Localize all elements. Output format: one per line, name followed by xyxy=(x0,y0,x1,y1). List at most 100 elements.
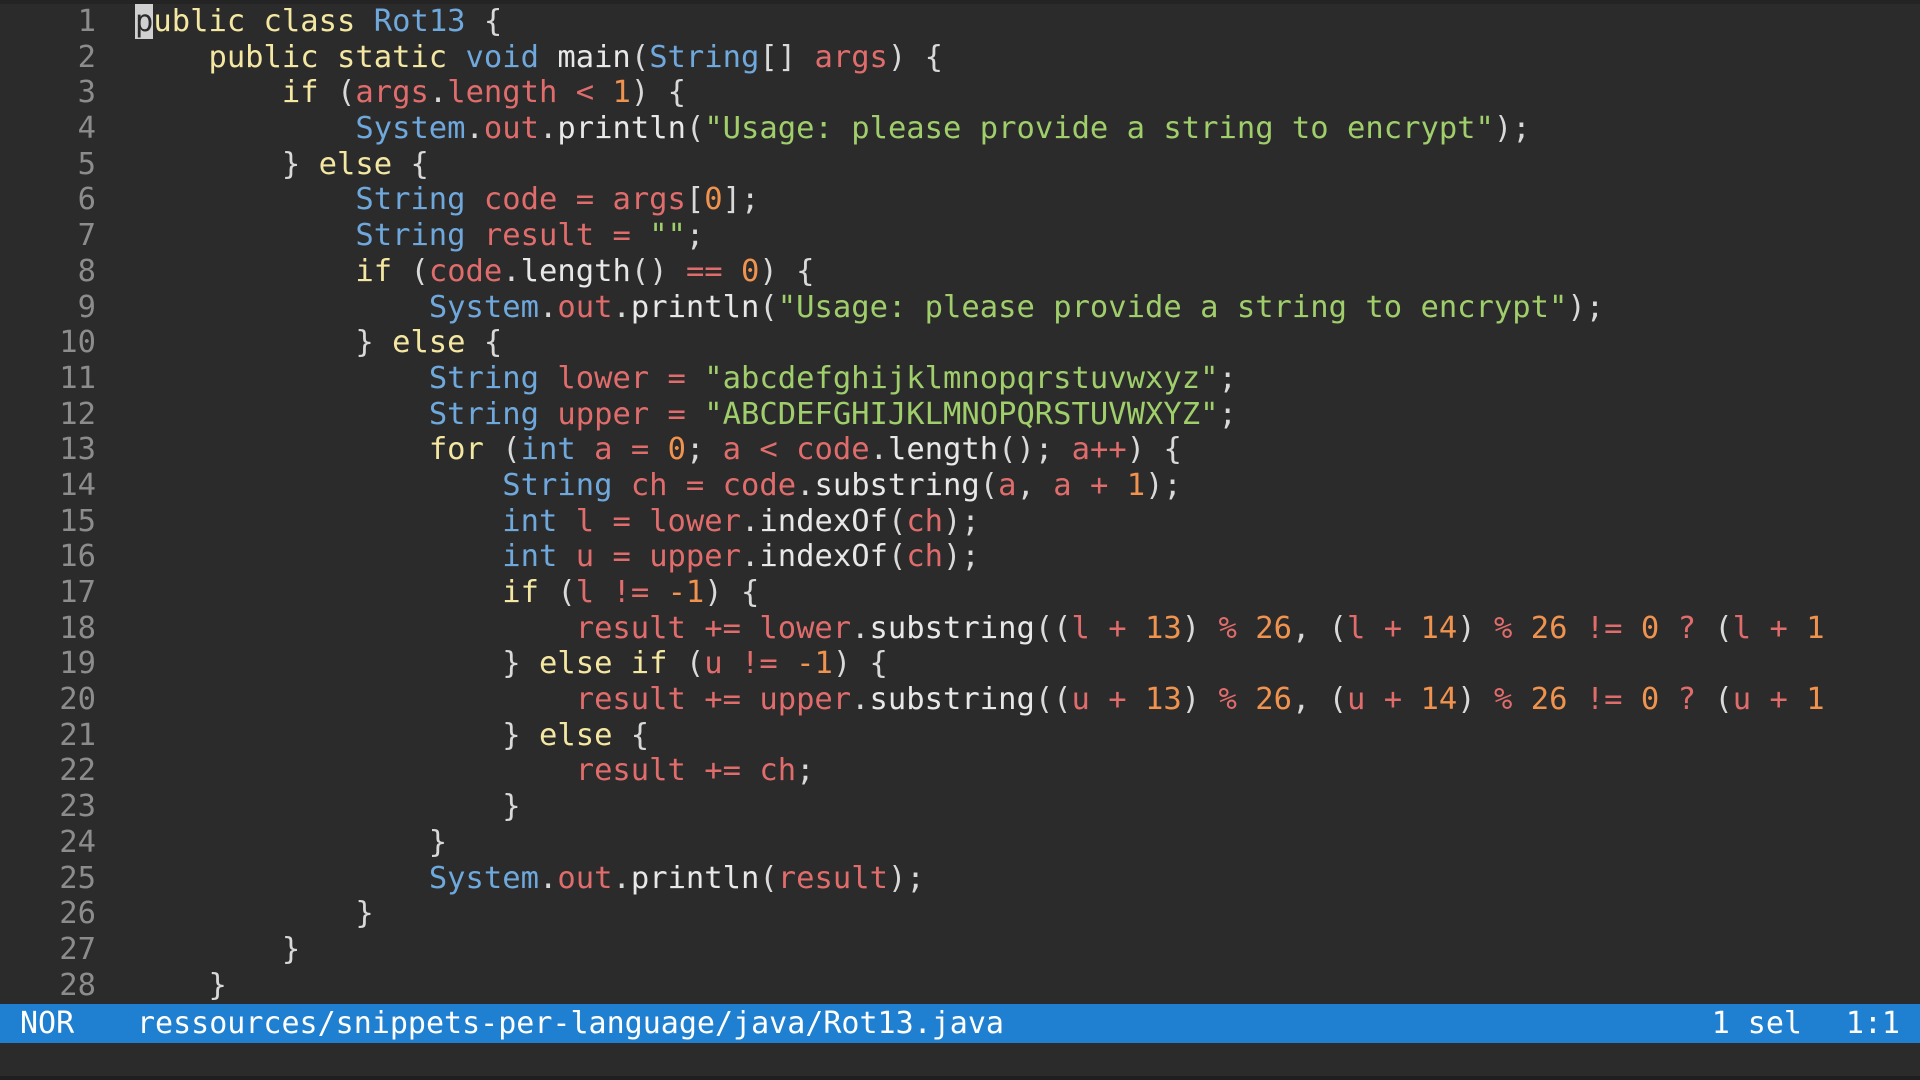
code-token: = xyxy=(612,432,668,468)
code-token: . xyxy=(741,539,760,575)
line-number: 26 xyxy=(59,896,96,932)
code-line[interactable]: 16 int u = upper.indexOf(ch); xyxy=(0,539,980,575)
code-line[interactable]: 6 String code = args[0]; xyxy=(0,182,760,218)
code-token: ]; xyxy=(722,182,760,218)
line-number: 19 xyxy=(59,646,96,682)
code-text[interactable]: } xyxy=(135,789,520,825)
code-text[interactable]: } xyxy=(135,932,300,968)
code-editor[interactable]: 1 public class Rot13 {2 public static voi… xyxy=(0,0,1920,1004)
line-number: 27 xyxy=(59,931,96,967)
code-text[interactable]: String lower = "abcdefghijklmnopqrstuvwx… xyxy=(135,361,1237,397)
code-token: (( xyxy=(1034,610,1072,646)
code-text[interactable]: System.out.println(result); xyxy=(135,861,925,897)
code-token: args xyxy=(814,39,888,75)
code-token: + xyxy=(1089,610,1146,646)
code-text[interactable]: String ch = code.substring(a, a + 1); xyxy=(135,468,1182,504)
code-text[interactable]: result += upper.substring((u + 13) % 26,… xyxy=(135,682,1825,718)
code-line[interactable]: 24 } xyxy=(0,825,447,861)
code-text[interactable]: for (int a = 0; a < code.length(); a++) … xyxy=(135,432,1182,468)
code-line[interactable]: 17 if (l != -1) { xyxy=(0,575,759,611)
code-text[interactable]: result += lower.substring((l + 13) % 26,… xyxy=(135,611,1825,647)
code-text[interactable]: String code = args[0]; xyxy=(135,182,759,218)
code-line[interactable]: 19 } else if (u != -1) { xyxy=(0,646,888,682)
code-text[interactable]: } else { xyxy=(135,718,649,754)
code-lines[interactable]: 1 public class Rot13 {2 public static voi… xyxy=(0,4,1825,1004)
code-text[interactable]: String upper = "ABCDEFGHIJKLMNOPQRSTUVWX… xyxy=(135,397,1237,433)
code-token: l xyxy=(1071,610,1090,646)
code-text[interactable]: if (code.length() == 0) { xyxy=(135,253,814,290)
code-token: length xyxy=(887,432,999,468)
code-line[interactable]: 2 public static void main(String[] args)… xyxy=(0,40,943,76)
code-text[interactable]: if (l != -1) { xyxy=(135,575,759,611)
code-token: ; xyxy=(685,218,705,254)
code-token: System xyxy=(355,111,466,147)
code-text[interactable]: } else { xyxy=(135,325,502,361)
code-text[interactable]: } xyxy=(135,825,447,861)
code-line[interactable]: 9 System.out.println("Usage: please prov… xyxy=(0,290,1604,326)
code-text[interactable]: public class Rot13 { xyxy=(135,4,502,40)
code-token: ) xyxy=(1457,682,1476,718)
code-token: else xyxy=(392,325,466,361)
code-token: = xyxy=(649,360,705,396)
line-number: 15 xyxy=(59,503,96,539)
code-text[interactable]: System.out.println("Usage: please provid… xyxy=(135,290,1604,326)
code-line[interactable]: 1 public class Rot13 { xyxy=(0,4,502,40)
code-text[interactable]: String result = ""; xyxy=(135,218,704,254)
code-line[interactable]: 26 } xyxy=(0,896,373,932)
line-number: 7 xyxy=(77,218,96,254)
code-line[interactable]: 13 for (int a = 0; a < code.length(); a+… xyxy=(0,432,1182,468)
code-text[interactable]: } xyxy=(135,968,226,1004)
code-line[interactable]: 18 result += lower.substring((l + 13) % … xyxy=(0,611,1824,647)
code-token: String xyxy=(649,39,760,75)
code-line[interactable]: 11 String lower = "abcdefghijklmnopqrstu… xyxy=(0,361,1237,397)
code-line[interactable]: 5 } else { xyxy=(0,147,429,183)
code-token: u xyxy=(575,539,595,575)
code-token: 1 xyxy=(1806,610,1825,646)
selection-count: 1 sel xyxy=(1711,1006,1802,1041)
code-token: for xyxy=(428,432,484,468)
code-line[interactable]: 15 int l = lower.indexOf(ch); xyxy=(0,503,980,540)
code-text[interactable]: if (args.length < 1) { xyxy=(135,75,686,111)
code-line[interactable]: 21 } else { xyxy=(0,718,649,754)
code-line[interactable]: 25 System.out.println(result); xyxy=(0,860,924,897)
code-text[interactable]: int l = lower.indexOf(ch); xyxy=(135,504,980,540)
code-text[interactable]: public static void main(String[] args) { xyxy=(135,40,943,76)
code-token: code xyxy=(428,253,503,289)
code-token: ch xyxy=(630,467,668,503)
code-text[interactable]: System.out.println("Usage: please provid… xyxy=(135,111,1530,147)
command-line[interactable] xyxy=(0,1043,1920,1076)
code-token: . xyxy=(539,860,558,896)
code-line[interactable]: 7 String result = ""; xyxy=(0,218,705,254)
code-token: . xyxy=(851,682,870,718)
code-line[interactable]: 23 } xyxy=(0,789,520,825)
code-token: + xyxy=(1071,467,1127,503)
code-token: == xyxy=(667,253,742,289)
code-line[interactable]: 22 result += ch; xyxy=(0,753,814,789)
window-bottom-border xyxy=(0,1076,1920,1080)
code-line[interactable]: 12 String upper = "ABCDEFGHIJKLMNOPQRSTU… xyxy=(0,397,1237,433)
code-line[interactable]: 8 if (code.length() == 0) { xyxy=(0,254,815,290)
code-text[interactable]: } else { xyxy=(135,147,429,183)
code-line[interactable]: 10 } else { xyxy=(0,325,502,361)
code-text[interactable]: } else if (u != -1) { xyxy=(135,646,888,682)
code-line[interactable]: 14 String ch = code.substring(a, a + 1); xyxy=(0,468,1182,504)
code-line[interactable]: 28 } xyxy=(0,968,227,1004)
code-text[interactable]: int u = upper.indexOf(ch); xyxy=(135,539,980,575)
code-token: 1 xyxy=(1806,682,1825,718)
line-number: 25 xyxy=(59,860,96,896)
code-token: + xyxy=(1089,682,1146,718)
code-token: code xyxy=(722,467,797,503)
code-token: != xyxy=(1567,682,1641,718)
code-line[interactable]: 4 System.out.println("Usage: please prov… xyxy=(0,111,1531,147)
code-text[interactable]: } xyxy=(135,896,373,932)
code-line[interactable]: 20 result += upper.substring((u + 13) % … xyxy=(0,682,1824,718)
code-token: String xyxy=(355,182,484,218)
code-token: . xyxy=(796,467,815,503)
code-line[interactable]: 3 if (args.length < 1) { xyxy=(0,75,686,111)
code-text[interactable]: result += ch; xyxy=(135,753,815,789)
code-token: = xyxy=(594,539,650,575)
code-token: ; xyxy=(1218,396,1237,432)
code-line[interactable]: 27 } xyxy=(0,931,300,968)
